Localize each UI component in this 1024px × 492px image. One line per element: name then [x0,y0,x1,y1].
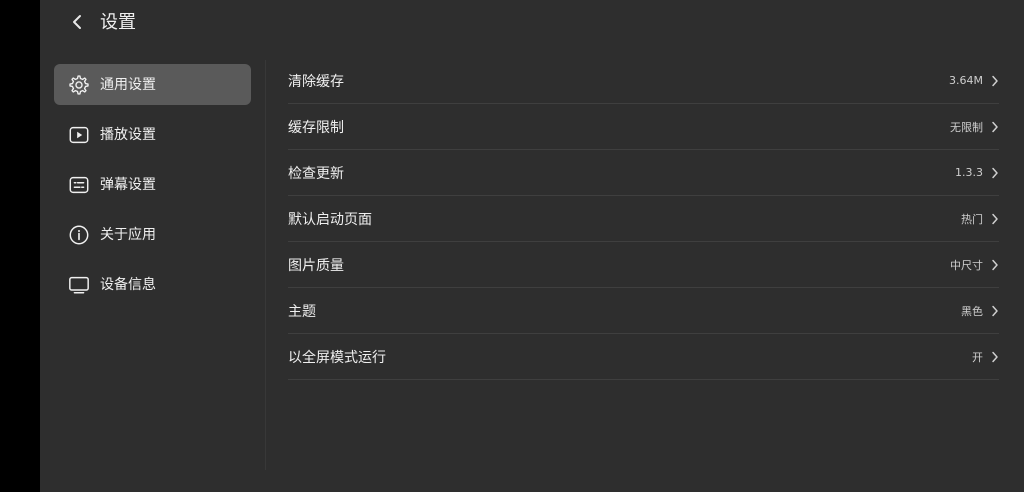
sidebar-item-label: 设备信息 [100,276,156,293]
setting-value: 中尺寸 [950,258,983,272]
chevron-right-icon [992,213,998,224]
monitor-icon [68,274,90,296]
sidebar-item-label: 通用设置 [100,76,156,93]
danmaku-icon [68,174,90,196]
setting-label: 图片质量 [288,257,344,274]
info-icon [68,224,90,246]
setting-row-fullscreen[interactable]: 以全屏模式运行 开 [288,334,999,380]
back-button[interactable] [66,10,90,34]
sidebar-item-about[interactable]: 关于应用 [54,214,251,255]
play-icon [68,124,90,146]
setting-label: 以全屏模式运行 [288,349,386,366]
setting-label: 主题 [288,303,316,320]
chevron-right-icon [992,121,998,132]
setting-row-theme[interactable]: 主题 黑色 [288,288,999,334]
setting-label: 检查更新 [288,165,344,182]
setting-row-clear-cache[interactable]: 清除缓存 3.64M [288,58,999,104]
chevron-right-icon [992,305,998,316]
sidebar-item-label: 关于应用 [100,226,156,243]
chevron-right-icon [992,75,998,86]
sidebar-item-danmaku[interactable]: 弹幕设置 [54,164,251,205]
setting-label: 缓存限制 [288,119,344,136]
setting-value: 开 [972,350,983,364]
sidebar-item-device[interactable]: 设备信息 [54,264,251,305]
settings-list: 清除缓存 3.64M 缓存限制 无限制 检查更新 1.3.3 默认启动页面 热门 [288,58,999,380]
setting-value: 无限制 [950,120,983,134]
setting-row-image-quality[interactable]: 图片质量 中尺寸 [288,242,999,288]
setting-label: 默认启动页面 [288,211,372,228]
settings-screen: 设置 通用设置 播放设置 弹幕设置 关于应用 设备信息 清除缓存 3.64M 缓… [40,0,1024,492]
setting-value: 1.3.3 [955,166,983,179]
chevron-right-icon [992,351,998,362]
setting-label: 清除缓存 [288,73,344,90]
sidebar-item-playback[interactable]: 播放设置 [54,114,251,155]
chevron-right-icon [992,259,998,270]
sidebar-item-label: 播放设置 [100,126,156,143]
chevron-left-icon [73,15,81,29]
page-title: 设置 [100,12,136,33]
sidebar-item-label: 弹幕设置 [100,176,156,193]
sidebar-item-general[interactable]: 通用设置 [54,64,251,105]
setting-value: 热门 [961,212,983,226]
setting-value: 3.64M [949,74,983,87]
chevron-right-icon [992,167,998,178]
setting-row-cache-limit[interactable]: 缓存限制 无限制 [288,104,999,150]
setting-row-check-update[interactable]: 检查更新 1.3.3 [288,150,999,196]
setting-value: 黑色 [961,304,983,318]
gear-icon [68,74,90,96]
setting-row-default-page[interactable]: 默认启动页面 热门 [288,196,999,242]
sidebar: 通用设置 播放设置 弹幕设置 关于应用 设备信息 [40,60,266,470]
header: 设置 [40,0,1024,46]
